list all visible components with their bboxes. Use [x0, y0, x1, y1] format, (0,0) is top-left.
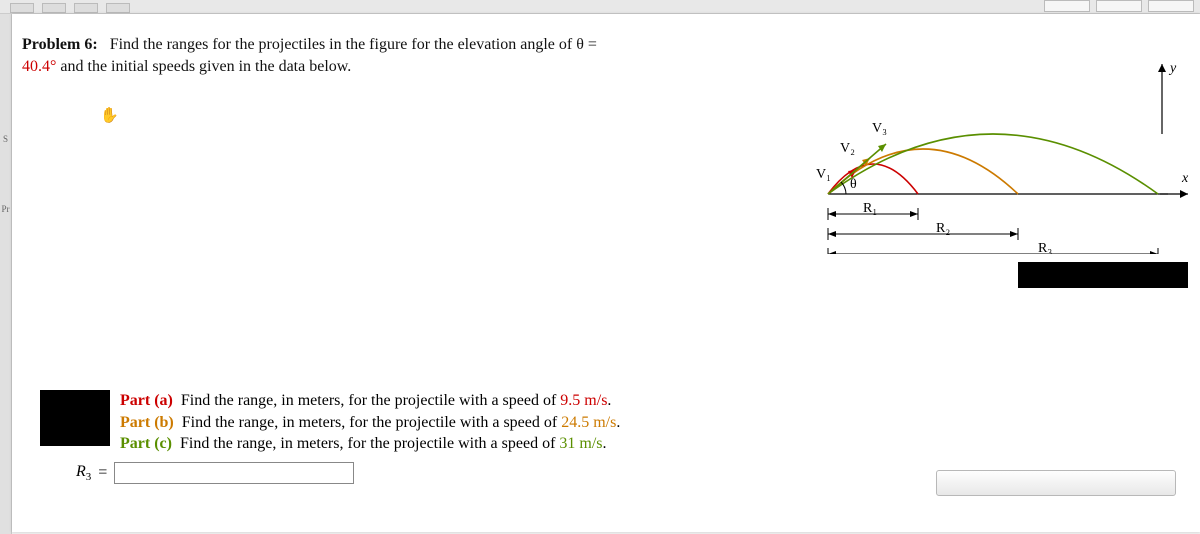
- part-c-post: .: [603, 435, 607, 452]
- toolbar-right: [1044, 0, 1194, 12]
- toolbar-button-stub[interactable]: [1148, 0, 1194, 12]
- r2-label: R₂: [936, 221, 950, 236]
- trajectory-1: [828, 164, 918, 194]
- answer-symbol: R3: [76, 463, 91, 483]
- x-axis-label: x: [1181, 171, 1189, 186]
- answer-input[interactable]: [114, 462, 354, 484]
- part-a-label: Part (a): [120, 392, 173, 409]
- range-dimension-3: R₃: [828, 241, 1158, 254]
- side-rail: S Pr: [0, 14, 12, 534]
- part-c: Part (c) Find the range, in meters, for …: [120, 433, 620, 455]
- parts-thumbnail-stub: [40, 390, 110, 446]
- answer-row: R3 =: [76, 462, 354, 484]
- toolbar-button-stub[interactable]: [1096, 0, 1142, 12]
- answer-symbol-sub: 3: [86, 471, 92, 483]
- toolbar-stub: [74, 3, 98, 13]
- action-button[interactable]: [936, 470, 1176, 496]
- part-c-value: 31 m/s: [559, 435, 602, 452]
- part-a-post: .: [607, 392, 611, 409]
- hand-cursor-icon: ✋: [100, 106, 119, 125]
- problem-label: Problem 6:: [22, 36, 98, 53]
- page-canvas: Problem 6: Find the ranges for the proje…: [12, 14, 1200, 532]
- part-b-label: Part (b): [120, 414, 174, 431]
- y-axis-label: y: [1168, 61, 1177, 76]
- part-b-value: 24.5 m/s: [561, 414, 616, 431]
- part-c-pre: Find the range, in meters, for the proje…: [180, 435, 559, 452]
- v1-label: V₁: [816, 167, 831, 182]
- toolbar-stub: [10, 3, 34, 13]
- part-b-pre: Find the range, in meters, for the proje…: [182, 414, 561, 431]
- answer-equals: =: [97, 464, 108, 482]
- range-dimension-1: R₁: [828, 201, 918, 220]
- side-rail-marker: Pr: [0, 204, 11, 214]
- part-b: Part (b) Find the range, in meters, for …: [120, 412, 620, 434]
- x-arrowhead-icon: [1180, 190, 1188, 198]
- problem-tail-text: and the initial speeds given in the data…: [60, 58, 351, 75]
- toolbar-button-stub[interactable]: [1044, 0, 1090, 12]
- parts-block: Part (a) Find the range, in meters, for …: [40, 390, 620, 455]
- problem-lead: Find the ranges for the projectiles in t…: [110, 36, 597, 53]
- problem-angle: 40.4°: [22, 58, 56, 75]
- r3-label: R₃: [1038, 241, 1052, 254]
- v3-label: V₃: [872, 121, 887, 136]
- part-c-label: Part (c): [120, 435, 172, 452]
- range-dimension-2: R₂: [828, 221, 1018, 240]
- v2-label: V₂: [840, 141, 855, 156]
- r1-label: R₁: [863, 201, 877, 216]
- part-b-post: .: [616, 414, 620, 431]
- trajectory-3: [828, 134, 1158, 194]
- redacted-block: [1018, 262, 1188, 288]
- velocity-arrow-3: [828, 144, 886, 194]
- answer-symbol-main: R: [76, 463, 86, 480]
- y-arrowhead-icon: [1158, 64, 1166, 72]
- theta-label: θ: [850, 177, 857, 192]
- part-a-value: 9.5 m/s: [560, 392, 607, 409]
- projectile-figure: y x: [790, 54, 1190, 254]
- toolbar: [0, 0, 1200, 14]
- parts-list: Part (a) Find the range, in meters, for …: [120, 390, 620, 455]
- toolbar-stub: [42, 3, 66, 13]
- part-a-pre: Find the range, in meters, for the proje…: [181, 392, 560, 409]
- toolbar-stub: [106, 3, 130, 13]
- side-rail-marker: S: [0, 134, 11, 144]
- part-a: Part (a) Find the range, in meters, for …: [120, 390, 620, 412]
